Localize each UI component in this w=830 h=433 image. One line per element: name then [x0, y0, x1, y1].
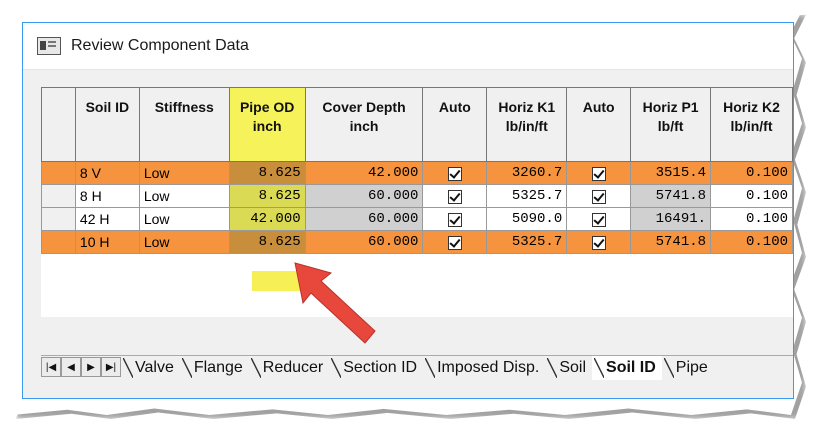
- next-tab-button[interactable]: ▶: [81, 357, 101, 377]
- header-pipe-od[interactable]: Pipe OD inch: [228, 87, 306, 162]
- tab-section-id[interactable]: Section ID: [329, 356, 423, 380]
- header-horiz-k1[interactable]: Horiz K1 lb/in/ft: [486, 87, 568, 162]
- table-row[interactable]: 10 H Low 8.625 60.000 5325.7 5741.8 0.10…: [41, 230, 793, 254]
- component-data-grid: Soil ID Stiffness Pipe OD inch Cover Dept…: [41, 87, 793, 254]
- auto-checkbox[interactable]: [447, 213, 462, 228]
- cell-cover-depth[interactable]: 60.000: [304, 230, 424, 254]
- cell-cover-depth[interactable]: 60.000: [304, 207, 424, 231]
- cell-pipe-od[interactable]: 8.625: [228, 230, 306, 254]
- cell-soil-id[interactable]: 8 H: [74, 184, 140, 208]
- first-tab-button[interactable]: |◀: [41, 357, 61, 377]
- table-row[interactable]: 8 H Low 8.625 60.000 5325.7 5741.8 0.100: [41, 184, 793, 208]
- tab-soil[interactable]: Soil: [545, 356, 592, 380]
- cell-horiz-k1[interactable]: 5325.7: [486, 184, 568, 208]
- cell-horiz-k2[interactable]: 0.100: [710, 161, 793, 185]
- cell-auto-1[interactable]: [422, 230, 488, 254]
- cell-auto-2[interactable]: [566, 230, 632, 254]
- cell-pipe-od[interactable]: 42.000: [228, 207, 306, 231]
- cell-horiz-k2[interactable]: 0.100: [710, 184, 793, 208]
- cell-auto-2[interactable]: [566, 207, 632, 231]
- tab-flange[interactable]: Flange: [180, 356, 249, 380]
- last-tab-button[interactable]: ▶|: [101, 357, 121, 377]
- data-grid-area: Soil ID Stiffness Pipe OD inch Cover Dept…: [41, 87, 793, 317]
- cell-stiffness[interactable]: Low: [138, 207, 230, 231]
- auto-checkbox[interactable]: [591, 213, 606, 228]
- header-stiffness[interactable]: Stiffness: [138, 87, 230, 162]
- cell-horiz-p1[interactable]: 3515.4: [630, 161, 712, 185]
- review-component-data-window: Review Component Data Soil ID Stiffness …: [22, 22, 794, 399]
- auto-checkbox[interactable]: [447, 167, 462, 182]
- cell-horiz-k1[interactable]: 5090.0: [486, 207, 568, 231]
- header-auto-2[interactable]: Auto: [566, 87, 632, 162]
- auto-checkbox[interactable]: [447, 190, 462, 205]
- sheet-tab-strip: |◀ ◀ ▶ ▶| Valve Flange Reducer Section I…: [41, 355, 793, 380]
- header-auto-1[interactable]: Auto: [422, 87, 488, 162]
- auto-checkbox[interactable]: [591, 167, 606, 182]
- cell-pipe-od[interactable]: 8.625: [228, 161, 306, 185]
- cell-auto-1[interactable]: [422, 184, 488, 208]
- auto-checkbox[interactable]: [591, 190, 606, 205]
- tab-pipe[interactable]: Pipe: [662, 356, 714, 380]
- grid-header-row: Soil ID Stiffness Pipe OD inch Cover Dept…: [41, 87, 793, 162]
- cell-horiz-k1[interactable]: 5325.7: [486, 230, 568, 254]
- cell-auto-2[interactable]: [566, 184, 632, 208]
- prev-tab-button[interactable]: ◀: [61, 357, 81, 377]
- cell-stiffness[interactable]: Low: [138, 184, 230, 208]
- cell-cover-depth[interactable]: 60.000: [304, 184, 424, 208]
- row-selector[interactable]: [41, 230, 76, 254]
- cell-stiffness[interactable]: Low: [138, 230, 230, 254]
- cell-auto-1[interactable]: [422, 161, 488, 185]
- cell-horiz-k2[interactable]: 0.100: [710, 207, 793, 231]
- red-arrow-annotation: [294, 262, 376, 344]
- cell-auto-1[interactable]: [422, 207, 488, 231]
- header-soil-id[interactable]: Soil ID: [74, 87, 140, 162]
- tab-reducer[interactable]: Reducer: [249, 356, 329, 380]
- cell-horiz-p1[interactable]: 5741.8: [630, 184, 712, 208]
- cell-soil-id[interactable]: 10 H: [74, 230, 140, 254]
- header-horiz-p1[interactable]: Horiz P1 lb/ft: [630, 87, 712, 162]
- cell-horiz-k1[interactable]: 3260.7: [486, 161, 568, 185]
- row-selector[interactable]: [41, 161, 76, 185]
- row-selector[interactable]: [41, 184, 76, 208]
- cell-soil-id[interactable]: 8 V: [74, 161, 140, 185]
- cell-soil-id[interactable]: 42 H: [74, 207, 140, 231]
- header-horiz-k2[interactable]: Horiz K2 lb/in/ft: [710, 87, 793, 162]
- tab-valve[interactable]: Valve: [121, 356, 180, 380]
- cell-pipe-od[interactable]: 8.625: [228, 184, 306, 208]
- cell-auto-2[interactable]: [566, 161, 632, 185]
- form-window-icon: [37, 37, 61, 55]
- cell-cover-depth[interactable]: 42.000: [304, 161, 424, 185]
- auto-checkbox[interactable]: [591, 236, 606, 251]
- row-selector-header[interactable]: [41, 87, 76, 162]
- table-row[interactable]: 8 V Low 8.625 42.000 3260.7 3515.4 0.100: [41, 161, 793, 185]
- cell-stiffness[interactable]: Low: [138, 161, 230, 185]
- cell-horiz-p1[interactable]: 16491.: [630, 207, 712, 231]
- tab-soil-id[interactable]: Soil ID: [592, 356, 662, 380]
- header-cover-depth[interactable]: Cover Depth inch: [304, 87, 424, 162]
- auto-checkbox[interactable]: [447, 236, 462, 251]
- window-title: Review Component Data: [71, 37, 249, 54]
- row-selector[interactable]: [41, 207, 76, 231]
- cell-horiz-k2[interactable]: 0.100: [710, 230, 793, 254]
- tab-imposed-disp[interactable]: Imposed Disp.: [423, 356, 545, 380]
- table-row[interactable]: 42 H Low 42.000 60.000 5090.0 16491. 0.1…: [41, 207, 793, 231]
- cell-horiz-p1[interactable]: 5741.8: [630, 230, 712, 254]
- title-bar: Review Component Data: [23, 23, 793, 70]
